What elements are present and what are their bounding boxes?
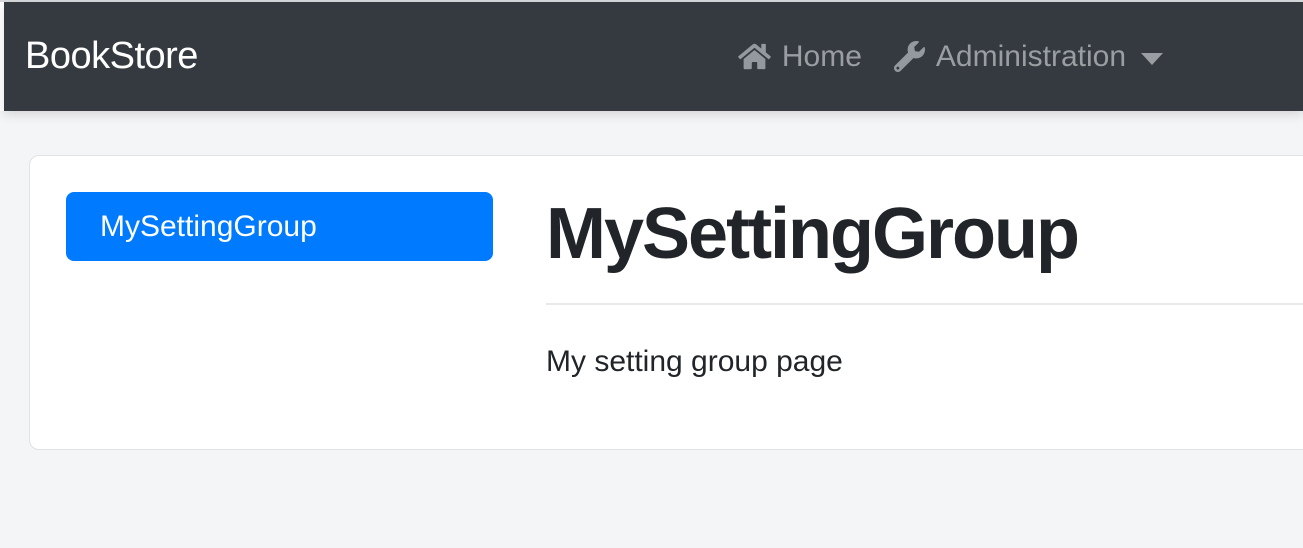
settings-card: MySettingGroup MySettingGroup My setting… [29,155,1303,450]
setting-group-tab-mysettinggroup[interactable]: MySettingGroup [66,192,493,261]
setting-group-title: MySettingGroup [546,194,1080,274]
nav-item-administration[interactable]: Administration [878,40,1179,74]
wrench-icon [893,41,925,72]
brand-link[interactable]: BookStore [25,35,198,78]
setting-group-panel: MySettingGroup My setting group page [546,192,1303,413]
setting-group-description: My setting group page [546,344,843,378]
page-content: MySettingGroup MySettingGroup My setting… [0,111,1303,548]
home-icon [738,42,771,71]
divider [546,302,1303,305]
navbar: BookStore Home Administration [4,2,1303,111]
nav-item-home-label: Home [781,39,862,73]
nav-item-administration-label: Administration [935,39,1126,73]
navbar-menu: Home Administration [722,40,1179,74]
screen: BookStore Home Administration MySettingG… [0,0,1303,548]
settings-group-nav: MySettingGroup [66,192,493,413]
caret-down-icon [1141,52,1163,65]
nav-item-home[interactable]: Home [722,40,878,74]
